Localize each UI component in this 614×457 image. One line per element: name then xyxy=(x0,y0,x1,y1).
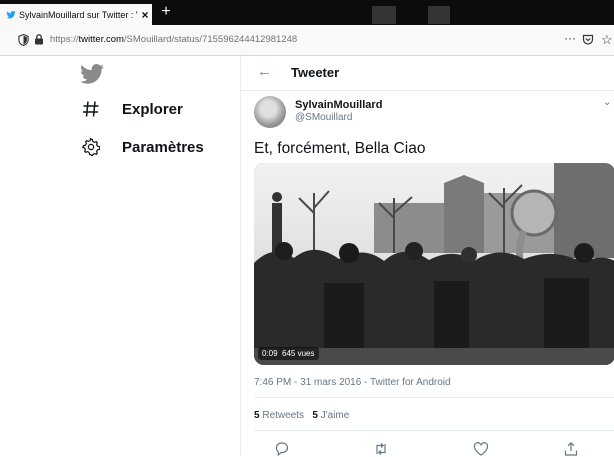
new-tab-button[interactable]: + xyxy=(156,3,176,21)
tweet-menu-caret-icon[interactable]: ⌄ xyxy=(603,97,611,108)
video-stats-badge: 0:09 645 vues xyxy=(258,347,319,360)
twitter-bird-icon xyxy=(6,10,16,18)
sidebar-item-parametres[interactable]: Paramètres xyxy=(80,136,204,158)
like-heart-icon[interactable] xyxy=(473,441,489,457)
video-player[interactable]: 0:09 645 vues xyxy=(254,163,614,365)
page-actions-menu-button[interactable]: ··· xyxy=(564,31,576,45)
address-bar[interactable]: https://twitter.com/SMouillard/status/71… xyxy=(0,25,614,56)
browser-tab-bar: SylvainMouillard sur Twitter : "E × + xyxy=(0,0,614,25)
avatar[interactable] xyxy=(254,96,286,128)
share-icon[interactable] xyxy=(563,441,579,457)
background-tile xyxy=(372,6,396,24)
url-text[interactable]: https://twitter.com/SMouillard/status/71… xyxy=(50,34,297,45)
user-display-name[interactable]: SylvainMouillard xyxy=(295,99,382,111)
tweet-text: Et, forcément, Bella Ciao xyxy=(254,140,426,157)
tracking-shield-icon[interactable] xyxy=(18,34,29,46)
divider xyxy=(254,430,614,431)
settings-gear-icon xyxy=(80,136,102,158)
hashtag-icon xyxy=(80,98,102,120)
page-title: Tweeter xyxy=(291,65,340,80)
back-arrow-icon[interactable]: ← xyxy=(257,63,272,80)
video-duration: 0:09 xyxy=(262,349,278,358)
browser-tab[interactable]: SylvainMouillard sur Twitter : "E × xyxy=(0,4,152,25)
tweet-timestamp: 7:46 PM - 31 mars 2016 - Twitter for And… xyxy=(254,377,451,388)
retweet-count: 5 xyxy=(254,410,260,421)
sidebar-item-explorer[interactable]: Explorer xyxy=(80,98,183,120)
user-handle[interactable]: @SMouillard xyxy=(295,112,352,123)
like-count: 5 xyxy=(312,410,318,421)
bookmark-star-icon[interactable]: ☆ xyxy=(601,32,613,48)
url-domain: twitter.com xyxy=(78,34,124,45)
retweet-icon[interactable] xyxy=(373,441,389,457)
sidebar-item-label: Explorer xyxy=(122,100,183,118)
like-label[interactable]: J'aime xyxy=(321,410,350,421)
video-frame-image xyxy=(254,163,614,365)
tab-title: SylvainMouillard sur Twitter : "E xyxy=(19,9,138,20)
background-tile xyxy=(428,6,450,24)
twitter-logo-icon[interactable] xyxy=(80,64,104,84)
tweet-stats: 5 Retweets 5 J'aime xyxy=(254,410,349,421)
url-prefix: https:// xyxy=(50,34,79,45)
retweet-label[interactable]: Retweets xyxy=(262,410,304,421)
divider xyxy=(254,397,614,398)
reply-icon[interactable] xyxy=(274,441,290,457)
lock-icon[interactable] xyxy=(34,34,44,45)
main-column: ← Tweeter SylvainMouillard @SMouillard ⌄… xyxy=(240,55,614,457)
sidebar-item-label: Paramètres xyxy=(122,138,204,156)
tab-close-button[interactable]: × xyxy=(138,8,152,22)
url-path: /SMouillard/status/715596244412981248 xyxy=(123,34,298,45)
video-views: 645 vues xyxy=(282,349,315,358)
page-header: ← Tweeter xyxy=(241,55,614,91)
pocket-icon[interactable] xyxy=(582,34,594,46)
